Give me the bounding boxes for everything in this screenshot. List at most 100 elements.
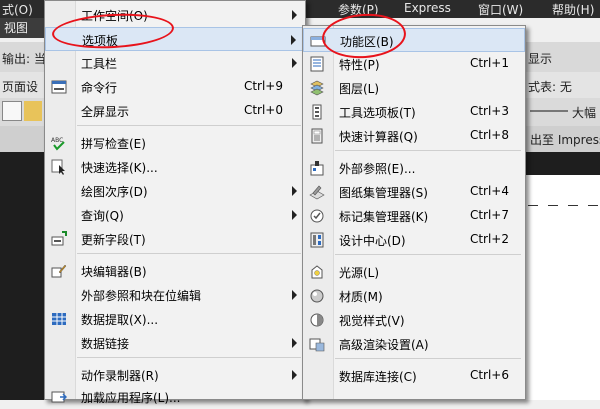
spell-check-icon: ABC [51, 135, 67, 151]
menu-item-label: 图层(L) [339, 82, 380, 96]
submenu-item-quickcalc[interactable]: 快速计算器(Q) Ctrl+8 [303, 124, 525, 148]
lights-icon [309, 264, 325, 280]
submenu-item-properties[interactable]: 特性(P) Ctrl+1 [303, 52, 525, 76]
menu-item-label: 动作录制器(R) [81, 369, 159, 383]
menu-item-xref-inplace-edit[interactable]: 外部参照和块在位编辑 [45, 283, 305, 307]
menu-item-label: 图纸集管理器(S) [339, 186, 428, 200]
folder-icon[interactable] [24, 101, 42, 121]
submenu-arrow-icon [292, 10, 297, 20]
submenu-item-design-center[interactable]: 设计中心(D) Ctrl+2 [303, 228, 525, 252]
submenu-arrow-icon [292, 58, 297, 68]
menu-item-fullscreen[interactable]: 全屏显示 Ctrl+0 [45, 99, 305, 123]
calculator-icon [309, 128, 325, 144]
menu-item-shortcut: Ctrl+3 [469, 104, 509, 118]
data-extract-icon [51, 311, 67, 327]
visual-styles-icon [309, 312, 325, 328]
display-label: 显示 [528, 52, 553, 66]
submenu-item-dbconnect[interactable]: 数据库连接(C) Ctrl+6 [303, 364, 525, 388]
menu-item-label: 外部参照和块在位编辑 [81, 289, 202, 303]
menu-item-spell-check[interactable]: ABC 拼写检查(E) [45, 131, 305, 155]
output-label: 输出: 当 [2, 52, 46, 66]
menu-item-label: 数据提取(X)... [81, 313, 159, 327]
menu-item-label: 工具选项板(T) [339, 106, 416, 120]
load-app-icon [51, 389, 68, 405]
menu-item-label: 材质(M) [339, 290, 383, 304]
menu-item-label: 拼写检查(E) [81, 137, 146, 151]
menubar-item-window[interactable]: 窗口(W) [478, 1, 523, 18]
menubar-item-express[interactable]: Express [404, 1, 451, 15]
drawing-canvas[interactable] [520, 175, 600, 400]
menu-item-shortcut: Ctrl+1 [469, 56, 509, 70]
menu-item-label: 查询(Q) [81, 209, 124, 223]
submenu-item-ribbon[interactable]: 功能区(B) [303, 28, 525, 52]
menu-item-label: 光源(L) [339, 266, 380, 280]
menu-item-label: 选项板 [82, 34, 119, 48]
menu-item-load-application[interactable]: 加载应用程序(L)... [45, 385, 305, 409]
menu-item-draw-order[interactable]: 绘图次序(D) [45, 179, 305, 203]
menu-item-label: 工作空间(O) [81, 9, 148, 23]
submenu-arrow-icon [292, 338, 297, 348]
menu-item-label: 快速选择(K)... [81, 161, 158, 175]
tools-dropdown-menu: 工作空间(O) 选项板 工具栏 命令行 Ctrl+9 全屏显示 Ctrl+0 A… [44, 0, 306, 405]
block-editor-icon [51, 263, 67, 279]
submenu-item-sheet-set-manager[interactable]: 图纸集管理器(S) Ctrl+4 [303, 180, 525, 204]
menu-item-label: 命令行 [81, 81, 118, 95]
menu-item-label: 更新字段(T) [81, 233, 146, 247]
menu-item-command-line[interactable]: 命令行 Ctrl+9 [45, 75, 305, 99]
quick-select-icon [51, 159, 67, 175]
menu-item-label: 数据链接 [81, 337, 130, 351]
menu-item-data-links[interactable]: 数据链接 [45, 331, 305, 355]
dash-line-3 [568, 205, 578, 206]
submenu-item-external-references[interactable]: 外部参照(E)... [303, 156, 525, 180]
menu-item-label: 视觉样式(V) [339, 314, 405, 328]
menu-item-action-recorder[interactable]: 动作录制器(R) [45, 363, 305, 387]
menu-item-label: 特性(P) [339, 58, 380, 72]
style-table-label: 式表: 无 [528, 80, 572, 94]
submenu-item-tool-palettes[interactable]: 工具选项板(T) Ctrl+3 [303, 100, 525, 124]
submenu-item-markup-set-manager[interactable]: 标记集管理器(K) Ctrl+7 [303, 204, 525, 228]
menu-item-palettes[interactable]: 选项板 [45, 27, 305, 51]
dash-line-4 [588, 205, 598, 206]
menubar-item-help[interactable]: 帮助(H) [552, 1, 594, 18]
sheet-set-icon [309, 184, 325, 200]
xref-icon [309, 160, 325, 176]
menu-item-inquiry[interactable]: 查询(Q) [45, 203, 305, 227]
menu-item-label: 设计中心(D) [339, 234, 406, 248]
menubar-item-format[interactable]: 式(O) [2, 1, 33, 18]
svg-text:ABC: ABC [51, 137, 63, 144]
submenu-item-materials[interactable]: 材质(M) [303, 284, 525, 308]
submenu-item-advanced-render-settings[interactable]: 高级渲染设置(A) [303, 332, 525, 356]
submenu-item-layers[interactable]: 图层(L) [303, 76, 525, 100]
submenu-arrow-icon [292, 210, 297, 220]
menu-item-label: 功能区(B) [340, 35, 394, 49]
menu-item-shortcut: Ctrl+4 [469, 184, 509, 198]
tool-palettes-icon [309, 104, 325, 120]
lineweight-sample [530, 110, 568, 112]
menu-separator [335, 150, 521, 151]
zoom-icon[interactable] [2, 101, 22, 121]
submenu-arrow-icon [292, 290, 297, 300]
menu-item-label: 块编辑器(B) [81, 265, 147, 279]
menu-item-workspaces[interactable]: 工作空间(O) [45, 3, 305, 27]
menu-separator [77, 125, 301, 126]
menu-item-toolbars[interactable]: 工具栏 [45, 51, 305, 75]
menu-item-shortcut: Ctrl+9 [243, 79, 283, 93]
menu-item-label: 高级渲染设置(A) [339, 338, 429, 352]
menu-item-label: 外部参照(E)... [339, 162, 416, 176]
properties-icon [309, 56, 325, 72]
submenu-item-lights[interactable]: 光源(L) [303, 260, 525, 284]
submenu-item-visual-styles[interactable]: 视觉样式(V) [303, 308, 525, 332]
update-field-icon [51, 231, 67, 247]
menu-item-update-fields[interactable]: 更新字段(T) [45, 227, 305, 251]
big-text-label: 大幅 [572, 106, 597, 120]
menu-item-quick-select[interactable]: 快速选择(K)... [45, 155, 305, 179]
ribbon-icon [310, 33, 326, 49]
menu-separator [335, 254, 521, 255]
dash-line-2 [548, 205, 558, 206]
menubar-item-parametric[interactable]: 参数(P) [338, 1, 379, 18]
menu-item-label: 绘图次序(D) [81, 185, 148, 199]
menu-separator [335, 358, 521, 359]
palettes-submenu: 功能区(B) 特性(P) Ctrl+1 图层(L) 工具选项板(T) Ctrl+… [302, 25, 526, 400]
menu-item-data-extraction[interactable]: 数据提取(X)... [45, 307, 305, 331]
menu-item-block-editor[interactable]: 块编辑器(B) [45, 259, 305, 283]
